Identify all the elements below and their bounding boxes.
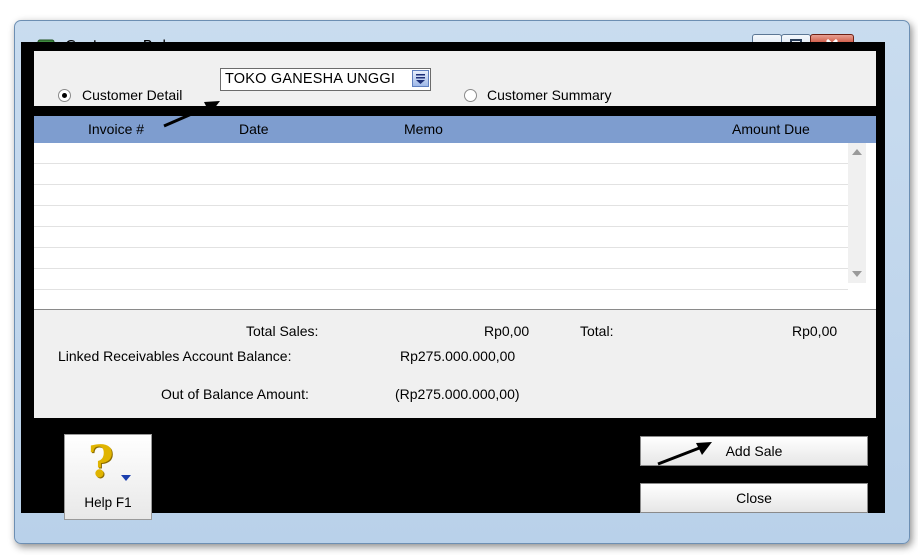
annotation-arrow-icon	[163, 101, 220, 128]
customer-summary-radio[interactable]	[464, 89, 477, 102]
invoice-table: Invoice # Date Memo Amount Due	[34, 116, 876, 309]
customer-select[interactable]: TOKO GANESHA UNGGI	[220, 68, 431, 91]
col-memo[interactable]: Memo	[404, 121, 443, 137]
close-button[interactable]: Close	[640, 483, 868, 513]
scroll-down-icon[interactable]	[852, 271, 862, 277]
table-row[interactable]	[34, 143, 848, 164]
col-date[interactable]: Date	[239, 121, 269, 137]
col-amount-due[interactable]: Amount Due	[732, 121, 810, 137]
col-invoice[interactable]: Invoice #	[88, 121, 144, 137]
out-of-balance-value: (Rp275.000.000,00)	[395, 386, 520, 402]
linked-balance-value: Rp275.000.000,00	[400, 348, 516, 364]
table-scrollbar[interactable]	[848, 143, 866, 283]
help-label: Help F1	[84, 495, 132, 510]
total-sales-label: Total Sales:	[246, 323, 319, 339]
table-row[interactable]	[34, 269, 848, 290]
table-row[interactable]	[34, 185, 848, 206]
dropdown-arrow-icon	[121, 475, 131, 481]
scroll-up-icon[interactable]	[852, 149, 862, 155]
table-row[interactable]	[34, 164, 848, 185]
dropdown-icon[interactable]	[412, 70, 429, 87]
total-sales-value: Rp0,00	[484, 323, 530, 339]
table-row[interactable]	[34, 206, 848, 227]
linked-balance-label: Linked Receivables Account Balance:	[58, 348, 292, 364]
table-row[interactable]	[34, 248, 848, 269]
customer-summary-label[interactable]: Customer Summary	[487, 87, 611, 103]
out-of-balance-label: Out of Balance Amount:	[161, 386, 309, 402]
summary-panel: Total Sales: Rp0,00 Total: Rp0,00 Linked…	[34, 309, 876, 418]
annotation-arrow-icon	[657, 442, 712, 466]
customer-select-value: TOKO GANESHA UNGGI	[225, 71, 396, 87]
table-row[interactable]	[34, 227, 848, 248]
help-icon: ?	[88, 437, 114, 488]
total-label: Total:	[580, 323, 614, 339]
total-value: Rp0,00	[792, 323, 838, 339]
help-button[interactable]: ? Help F1	[64, 434, 152, 520]
customer-detail-radio[interactable]	[58, 89, 71, 102]
